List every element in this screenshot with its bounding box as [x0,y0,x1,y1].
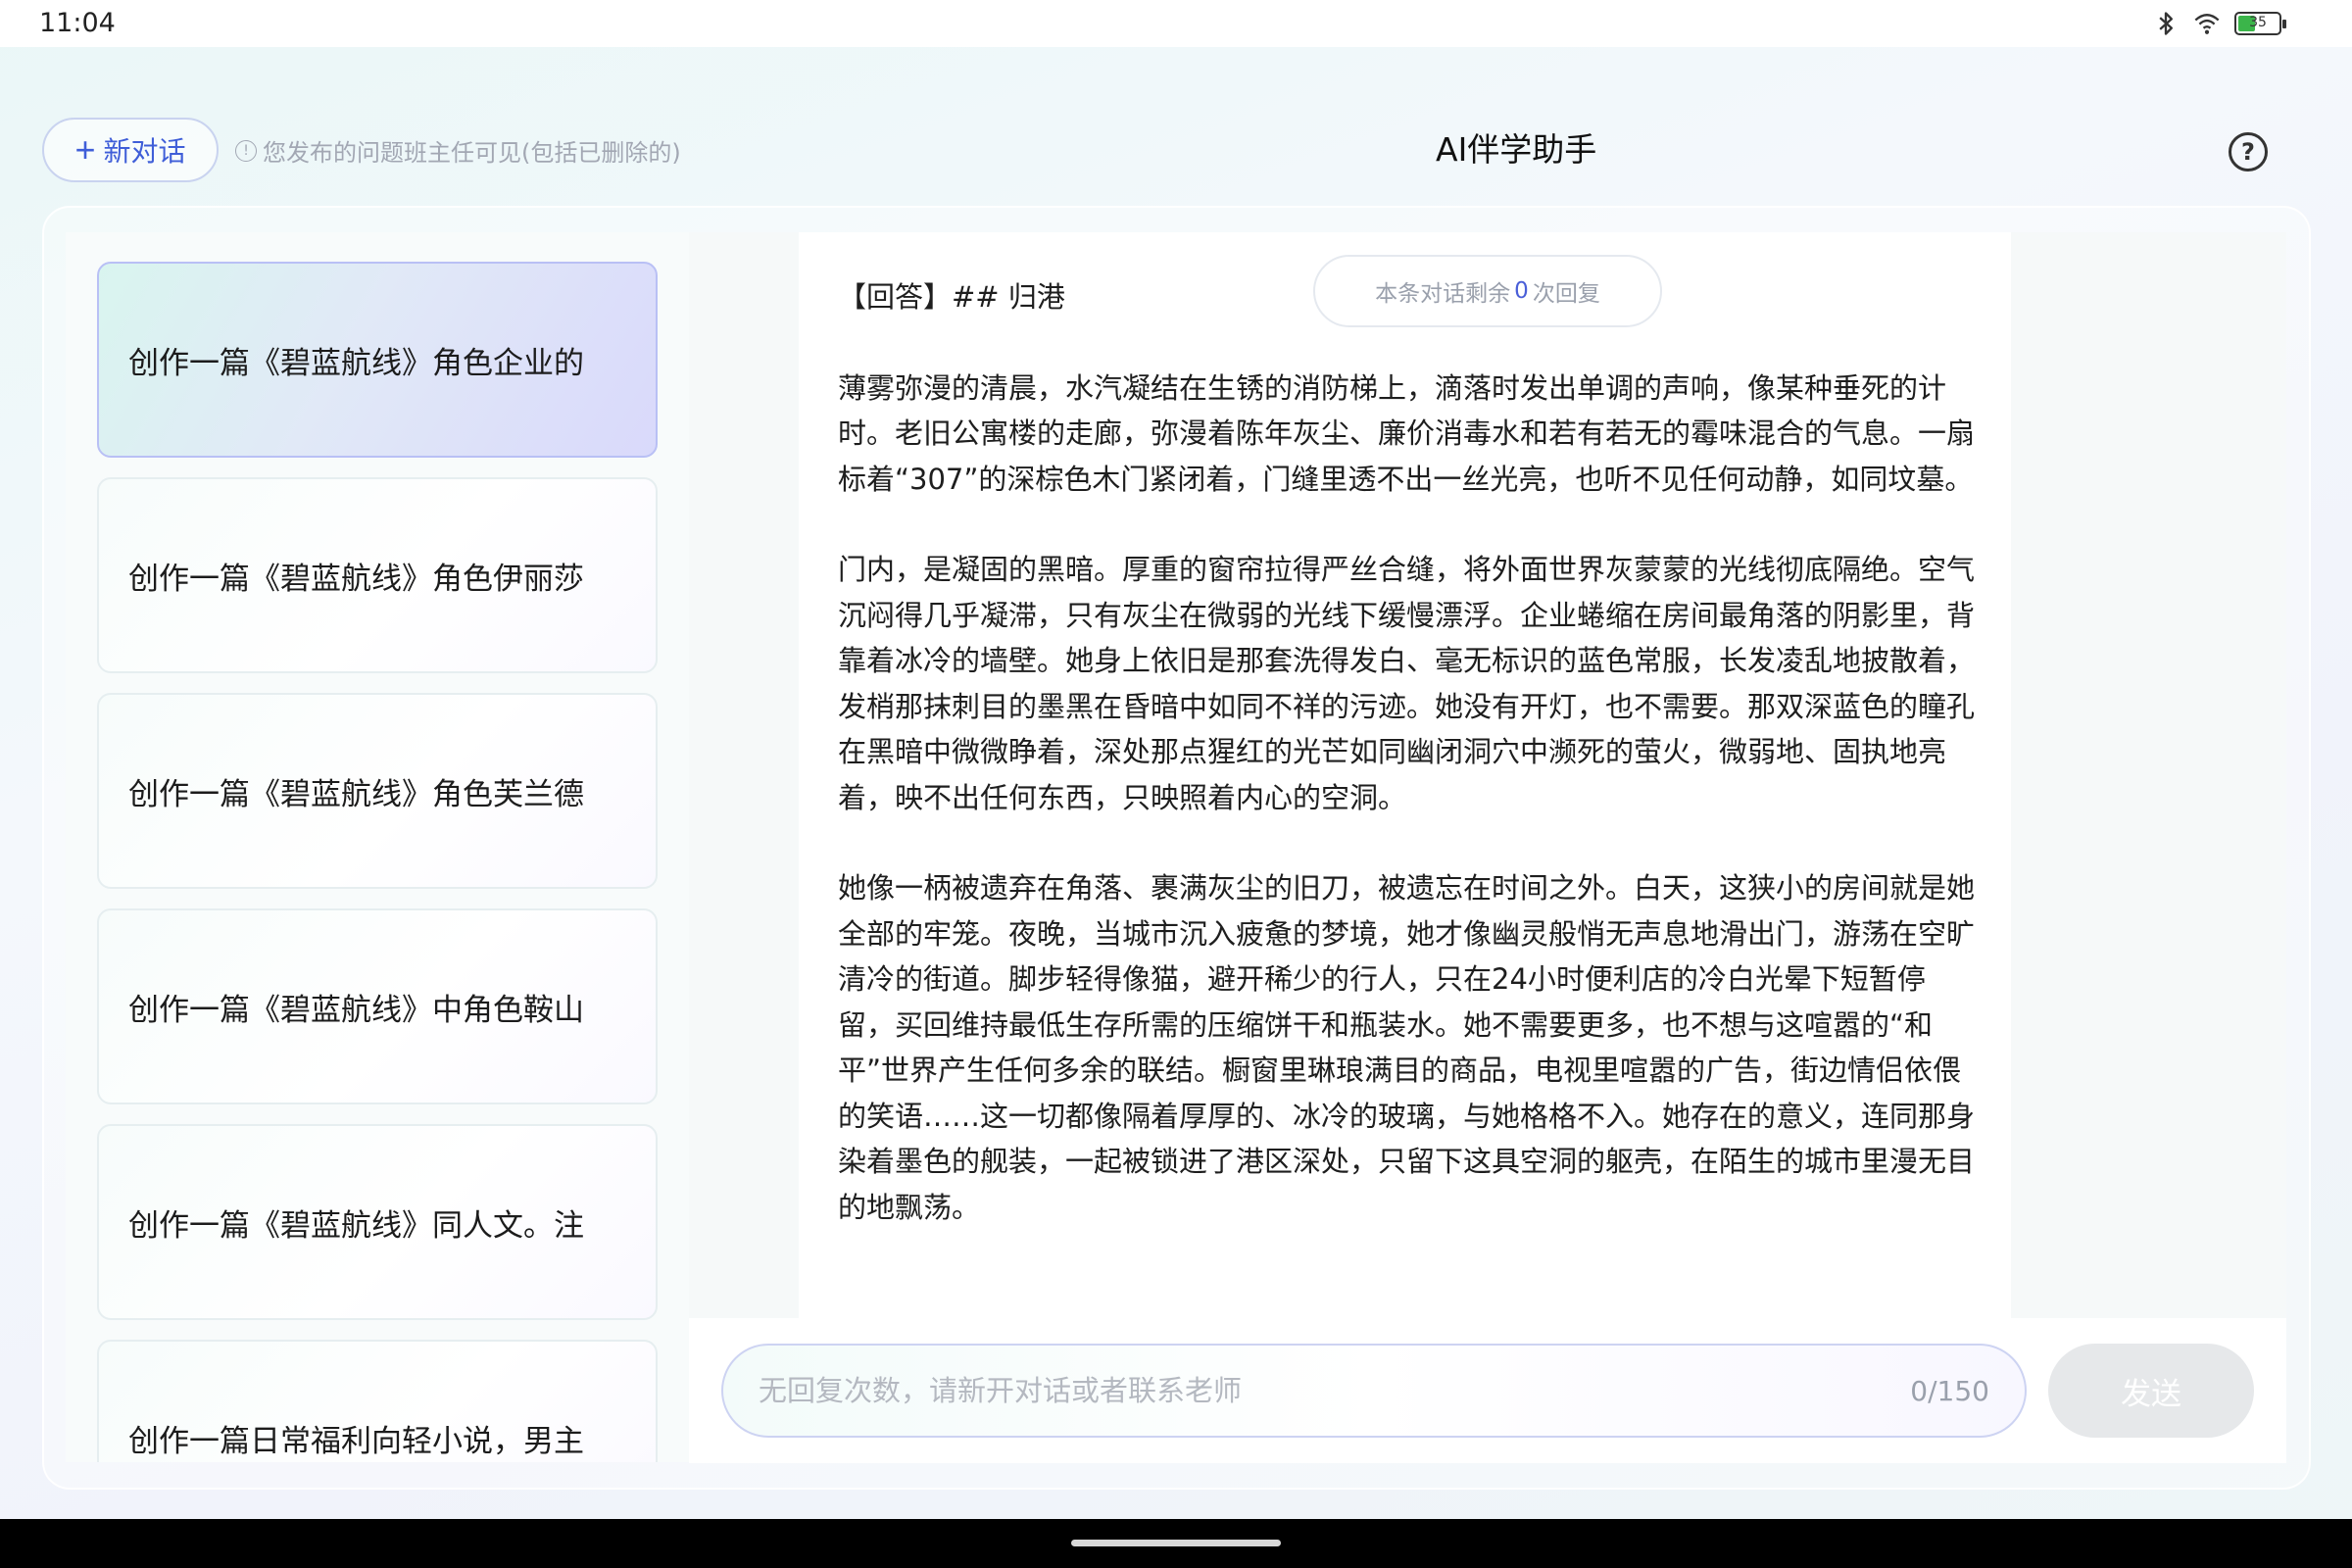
system-nav-bar [0,1519,2352,1568]
conversation-item[interactable]: 创作一篇《碧蓝航线》角色企业的 [97,262,658,458]
chat-input-wrapper: 0/150 [721,1344,2027,1438]
char-count: 0/150 [1910,1375,1989,1407]
conversation-title: 创作一篇《碧蓝航线》同人文。注 [128,1207,584,1244]
home-indicator[interactable] [1071,1540,1281,1546]
status-time: 11:04 [39,8,116,38]
conversation-sidebar[interactable]: 创作一篇《碧蓝航线》角色企业的 创作一篇《碧蓝航线》角色伊丽莎 创作一篇《碧蓝航… [66,232,689,1462]
new-chat-button[interactable]: + 新对话 [42,118,219,182]
new-chat-label: 新对话 [103,136,186,167]
answer-paragraph: 她像一柄被遗弃在角落、裹满灰尘的旧刀，被遗忘在时间之外。白天，这狭小的房间就是她… [838,871,1976,1224]
conversation-item[interactable]: 创作一篇《碧蓝航线》角色芙兰德 [97,693,658,889]
status-bar: 11:04 35 [0,0,2352,47]
remaining-suffix: 次回复 [1532,281,1600,307]
conversation-title: 创作一篇日常福利向轻小说，男主 [128,1423,584,1459]
answer-text: 【回答】## 归港 薄雾弥漫的清晨，水汽凝结在生锈的消防梯上，滴落时发出单调的声… [838,274,1975,1275]
conversation-title: 创作一篇《碧蓝航线》角色企业的 [128,345,584,381]
answer-paragraph: 门内，是凝固的黑暗。厚重的窗帘拉得严丝合缝，将外面世界灰蒙蒙的光线彻底隔绝。空气… [838,553,1976,814]
send-button[interactable]: 发送 [2048,1344,2254,1438]
message-input[interactable] [759,1346,1886,1436]
conversation-item[interactable]: 创作一篇《碧蓝航线》中角色鞍山 [97,908,658,1104]
notice-text: 您发布的问题班主任可见(包括已删除的) [263,139,681,167]
page-title: AI伴学助手 [1436,130,1597,169]
conversation-title: 创作一篇《碧蓝航线》中角色鞍山 [128,992,584,1028]
conversation-title: 创作一篇《碧蓝航线》角色伊丽莎 [128,561,584,597]
remaining-replies-badge: 本条对话剩余 0 次回复 [1313,255,1662,327]
info-icon: ! [235,139,257,162]
conversation-item[interactable]: 创作一篇日常福利向轻小说，男主 [97,1340,658,1462]
answer-paragraph: 薄雾弥漫的清晨，水汽凝结在生锈的消防梯上，滴落时发出单调的声响，像某种垂死的计时… [838,370,1976,496]
wifi-icon [2194,14,2220,34]
conversation-item[interactable]: 创作一篇《碧蓝航线》角色伊丽莎 [97,477,658,673]
remaining-prefix: 本条对话剩余 [1375,281,1511,307]
battery-level: 35 [2249,15,2267,30]
remaining-count: 0 [1514,278,1529,304]
conversation-item[interactable]: 创作一篇《碧蓝航线》同人文。注 [97,1124,658,1320]
plus-icon: + [74,129,96,170]
battery-tip [2282,20,2286,28]
battery-icon: 35 [2234,12,2286,35]
bluetooth-icon [2159,12,2173,35]
visibility-notice: ! 您发布的问题班主任可见(包括已删除的) [235,133,681,168]
help-icon[interactable]: ? [2229,132,2268,172]
conversation-title: 创作一篇《碧蓝航线》角色芙兰德 [128,776,584,812]
status-icons: 35 [2152,10,2286,37]
